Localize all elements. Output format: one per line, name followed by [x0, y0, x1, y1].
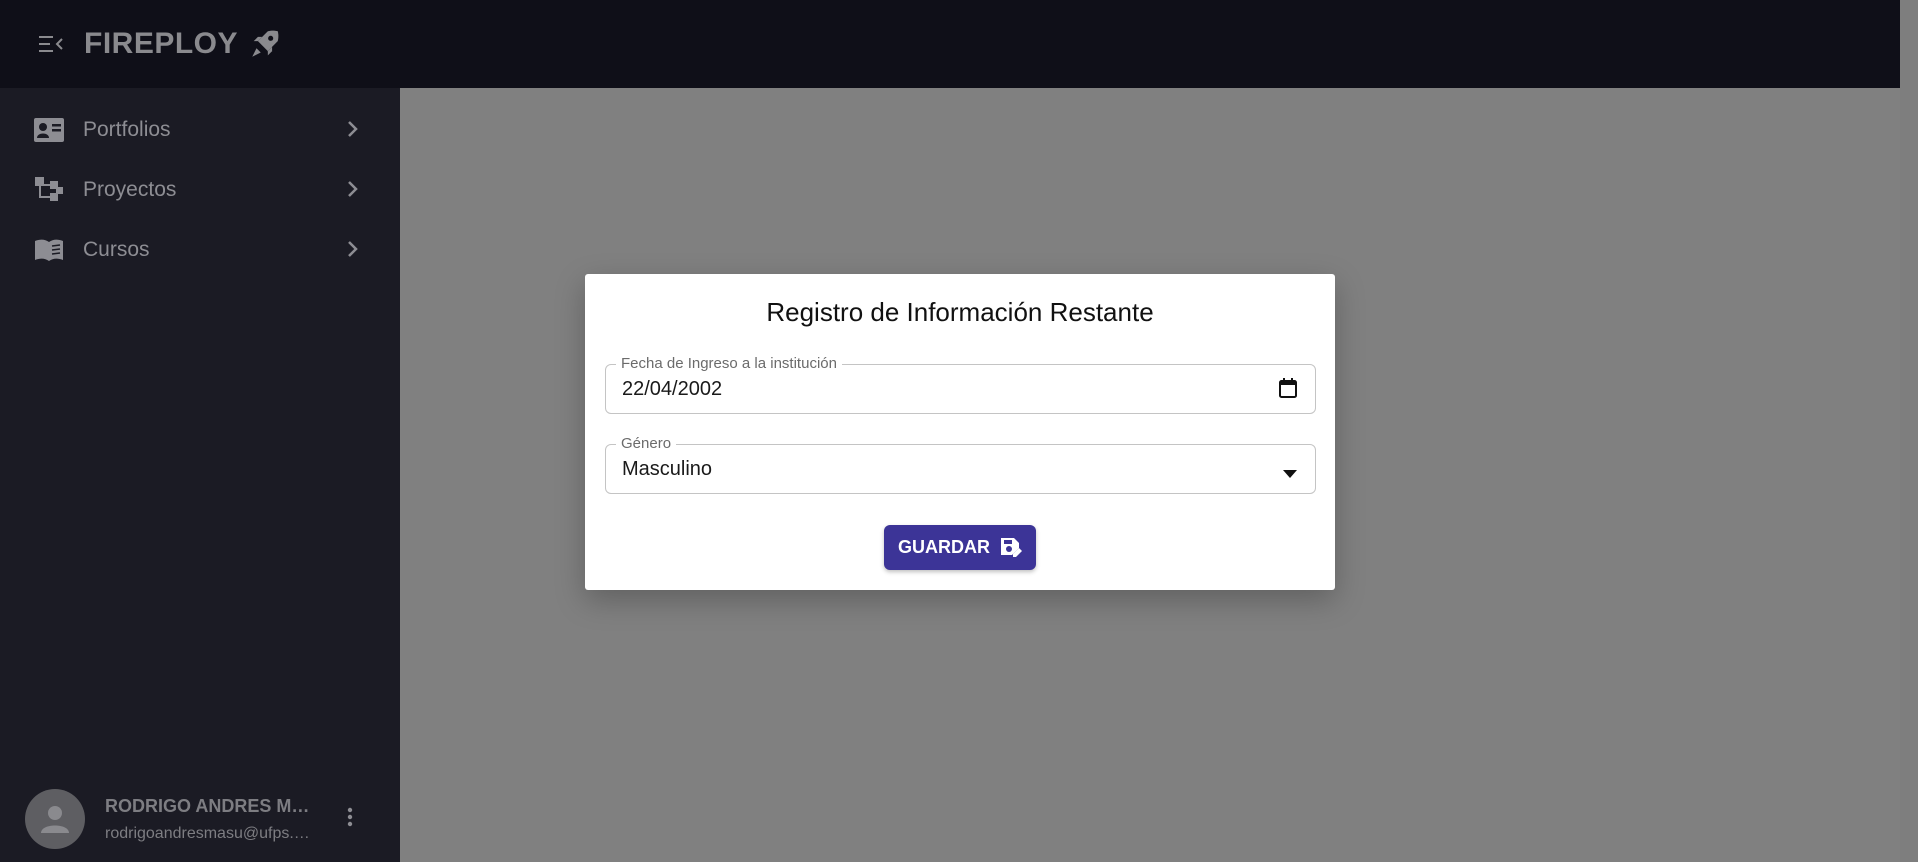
gender-select[interactable]: Género Masculino	[605, 435, 1316, 494]
project-tree-icon	[34, 176, 64, 204]
sidebar-item-portfolios[interactable]: Portfolios	[0, 100, 400, 160]
entry-date-value[interactable]: 22/04/2002	[622, 378, 722, 401]
calendar-icon[interactable]	[1279, 378, 1297, 403]
dialog-title: Registro de Información Restante	[766, 297, 1154, 327]
avatar[interactable]	[25, 789, 85, 849]
sidebar-item-cursos[interactable]: Cursos	[0, 220, 400, 280]
user-email: rodrigoandresmasu@ufps.e...	[105, 824, 315, 842]
save-button[interactable]: GUARDAR	[884, 525, 1036, 570]
gender-value[interactable]: Masculino	[622, 458, 712, 481]
user-profile: RODRIGO ANDRES MA... rodrigoandresmasu@u…	[0, 776, 400, 862]
dropdown-arrow-icon[interactable]	[1283, 465, 1297, 483]
brand-logo: FIREPLOY	[84, 27, 282, 61]
sidebar-item-label: Portfolios	[83, 118, 171, 141]
more-vert-icon[interactable]	[346, 806, 354, 833]
sidebar-item-label: Cursos	[83, 238, 150, 261]
entry-date-field[interactable]: Fecha de Ingreso a la institución 22/04/…	[605, 355, 1316, 414]
person-icon	[41, 806, 69, 833]
gender-label: Género	[616, 435, 677, 452]
info-dialog: Registro de Información Restante Fecha d…	[585, 274, 1335, 590]
contact-card-icon	[34, 116, 64, 144]
entry-date-label: Fecha de Ingreso a la institución	[616, 355, 842, 372]
sidebar-item-label: Proyectos	[83, 178, 177, 201]
rocket-icon	[248, 27, 282, 61]
menu-collapse-icon[interactable]	[34, 27, 68, 61]
page-scroll-track	[1900, 0, 1918, 862]
top-app-bar: FIREPLOY	[0, 0, 1900, 88]
sidebar-item-proyectos[interactable]: Proyectos	[0, 160, 400, 220]
save-edit-icon	[1000, 537, 1022, 559]
chevron-right-icon	[346, 178, 360, 205]
chevron-right-icon	[346, 118, 360, 145]
chevron-right-icon	[346, 238, 360, 265]
user-name: RODRIGO ANDRES MA...	[105, 795, 315, 816]
book-icon	[34, 236, 64, 264]
save-button-label: GUARDAR	[898, 537, 990, 557]
brand-name: FIREPLOY	[84, 27, 239, 60]
sidebar: Portfolios Proyectos Cursos RODRIGO ANDR…	[0, 88, 400, 862]
